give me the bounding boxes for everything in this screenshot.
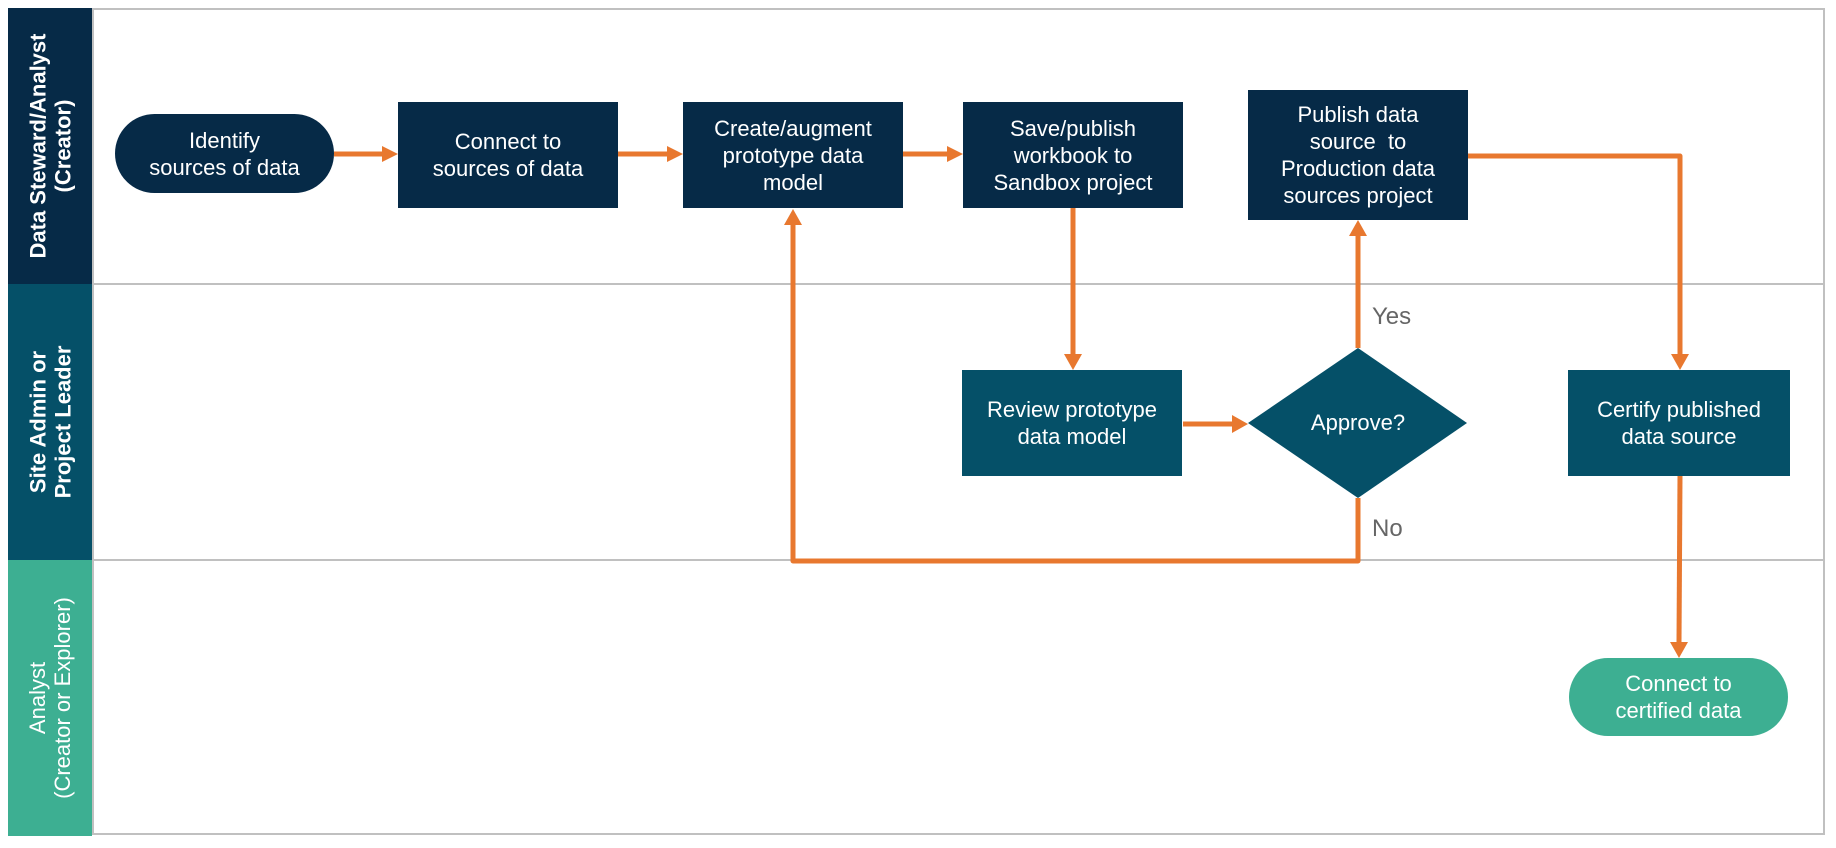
arrowhead-icon xyxy=(784,209,802,225)
arrowhead-icon xyxy=(1671,354,1689,370)
node-text: Review prototype xyxy=(987,397,1157,422)
branch-label-no: No xyxy=(1372,515,1403,542)
arrowhead-icon xyxy=(1349,220,1367,236)
node-text: Save/publish xyxy=(1010,115,1136,141)
node-text: data source xyxy=(1621,424,1737,449)
node-connect-sources[interactable]: Connect to sources of data xyxy=(398,102,618,208)
node-text: Connect to xyxy=(1625,671,1732,696)
node-publish-data-source[interactable]: Publish data source to Production data sour… xyxy=(1248,90,1468,220)
edge-publish-certify xyxy=(1468,153,1683,354)
decision-approve-label: Approve? xyxy=(1310,410,1406,435)
node-text: Identify xyxy=(189,127,260,153)
arrowhead-icon xyxy=(1670,642,1688,658)
node-text: Certify published xyxy=(1597,397,1761,422)
node-text: sources of data xyxy=(149,154,300,180)
node-text: prototype data xyxy=(722,142,864,168)
node-certify-data-source[interactable]: Certify published data source xyxy=(1568,370,1790,476)
node-connect-certified-data[interactable]: Connect to certified data xyxy=(1569,658,1788,736)
node-text: sources of data xyxy=(432,156,584,181)
node-save-publish-workbook[interactable]: Save/publish workbook to Sandbox project xyxy=(963,102,1183,208)
node-text: data model xyxy=(1017,424,1127,449)
node-text: Sandbox project xyxy=(993,169,1153,195)
arrowhead-icon xyxy=(382,146,398,162)
node-text: workbook to xyxy=(1013,142,1133,168)
node-text: certified data xyxy=(1615,698,1742,723)
node-text: source to xyxy=(1309,129,1407,154)
node-text: Connect to xyxy=(454,129,562,154)
node-review-prototype[interactable]: Review prototype data model xyxy=(962,370,1182,476)
node-identify-sources[interactable]: Identify sources of data xyxy=(115,114,334,193)
node-text: Production data xyxy=(1280,156,1436,181)
node-create-prototype[interactable]: Create/augment prototype data model xyxy=(683,102,903,208)
node-text: Create/augment xyxy=(714,115,872,141)
edge-certify-certified xyxy=(1676,475,1683,643)
node-text: model xyxy=(763,169,823,195)
arrowhead-icon xyxy=(667,146,683,162)
node-text: Publish data xyxy=(1297,102,1419,127)
node-text: sources project xyxy=(1283,183,1433,208)
arrowhead-icon xyxy=(1064,354,1082,370)
branch-label-yes: Yes xyxy=(1372,303,1412,330)
arrowhead-icon xyxy=(1232,415,1248,433)
arrowhead-icon xyxy=(947,146,963,162)
